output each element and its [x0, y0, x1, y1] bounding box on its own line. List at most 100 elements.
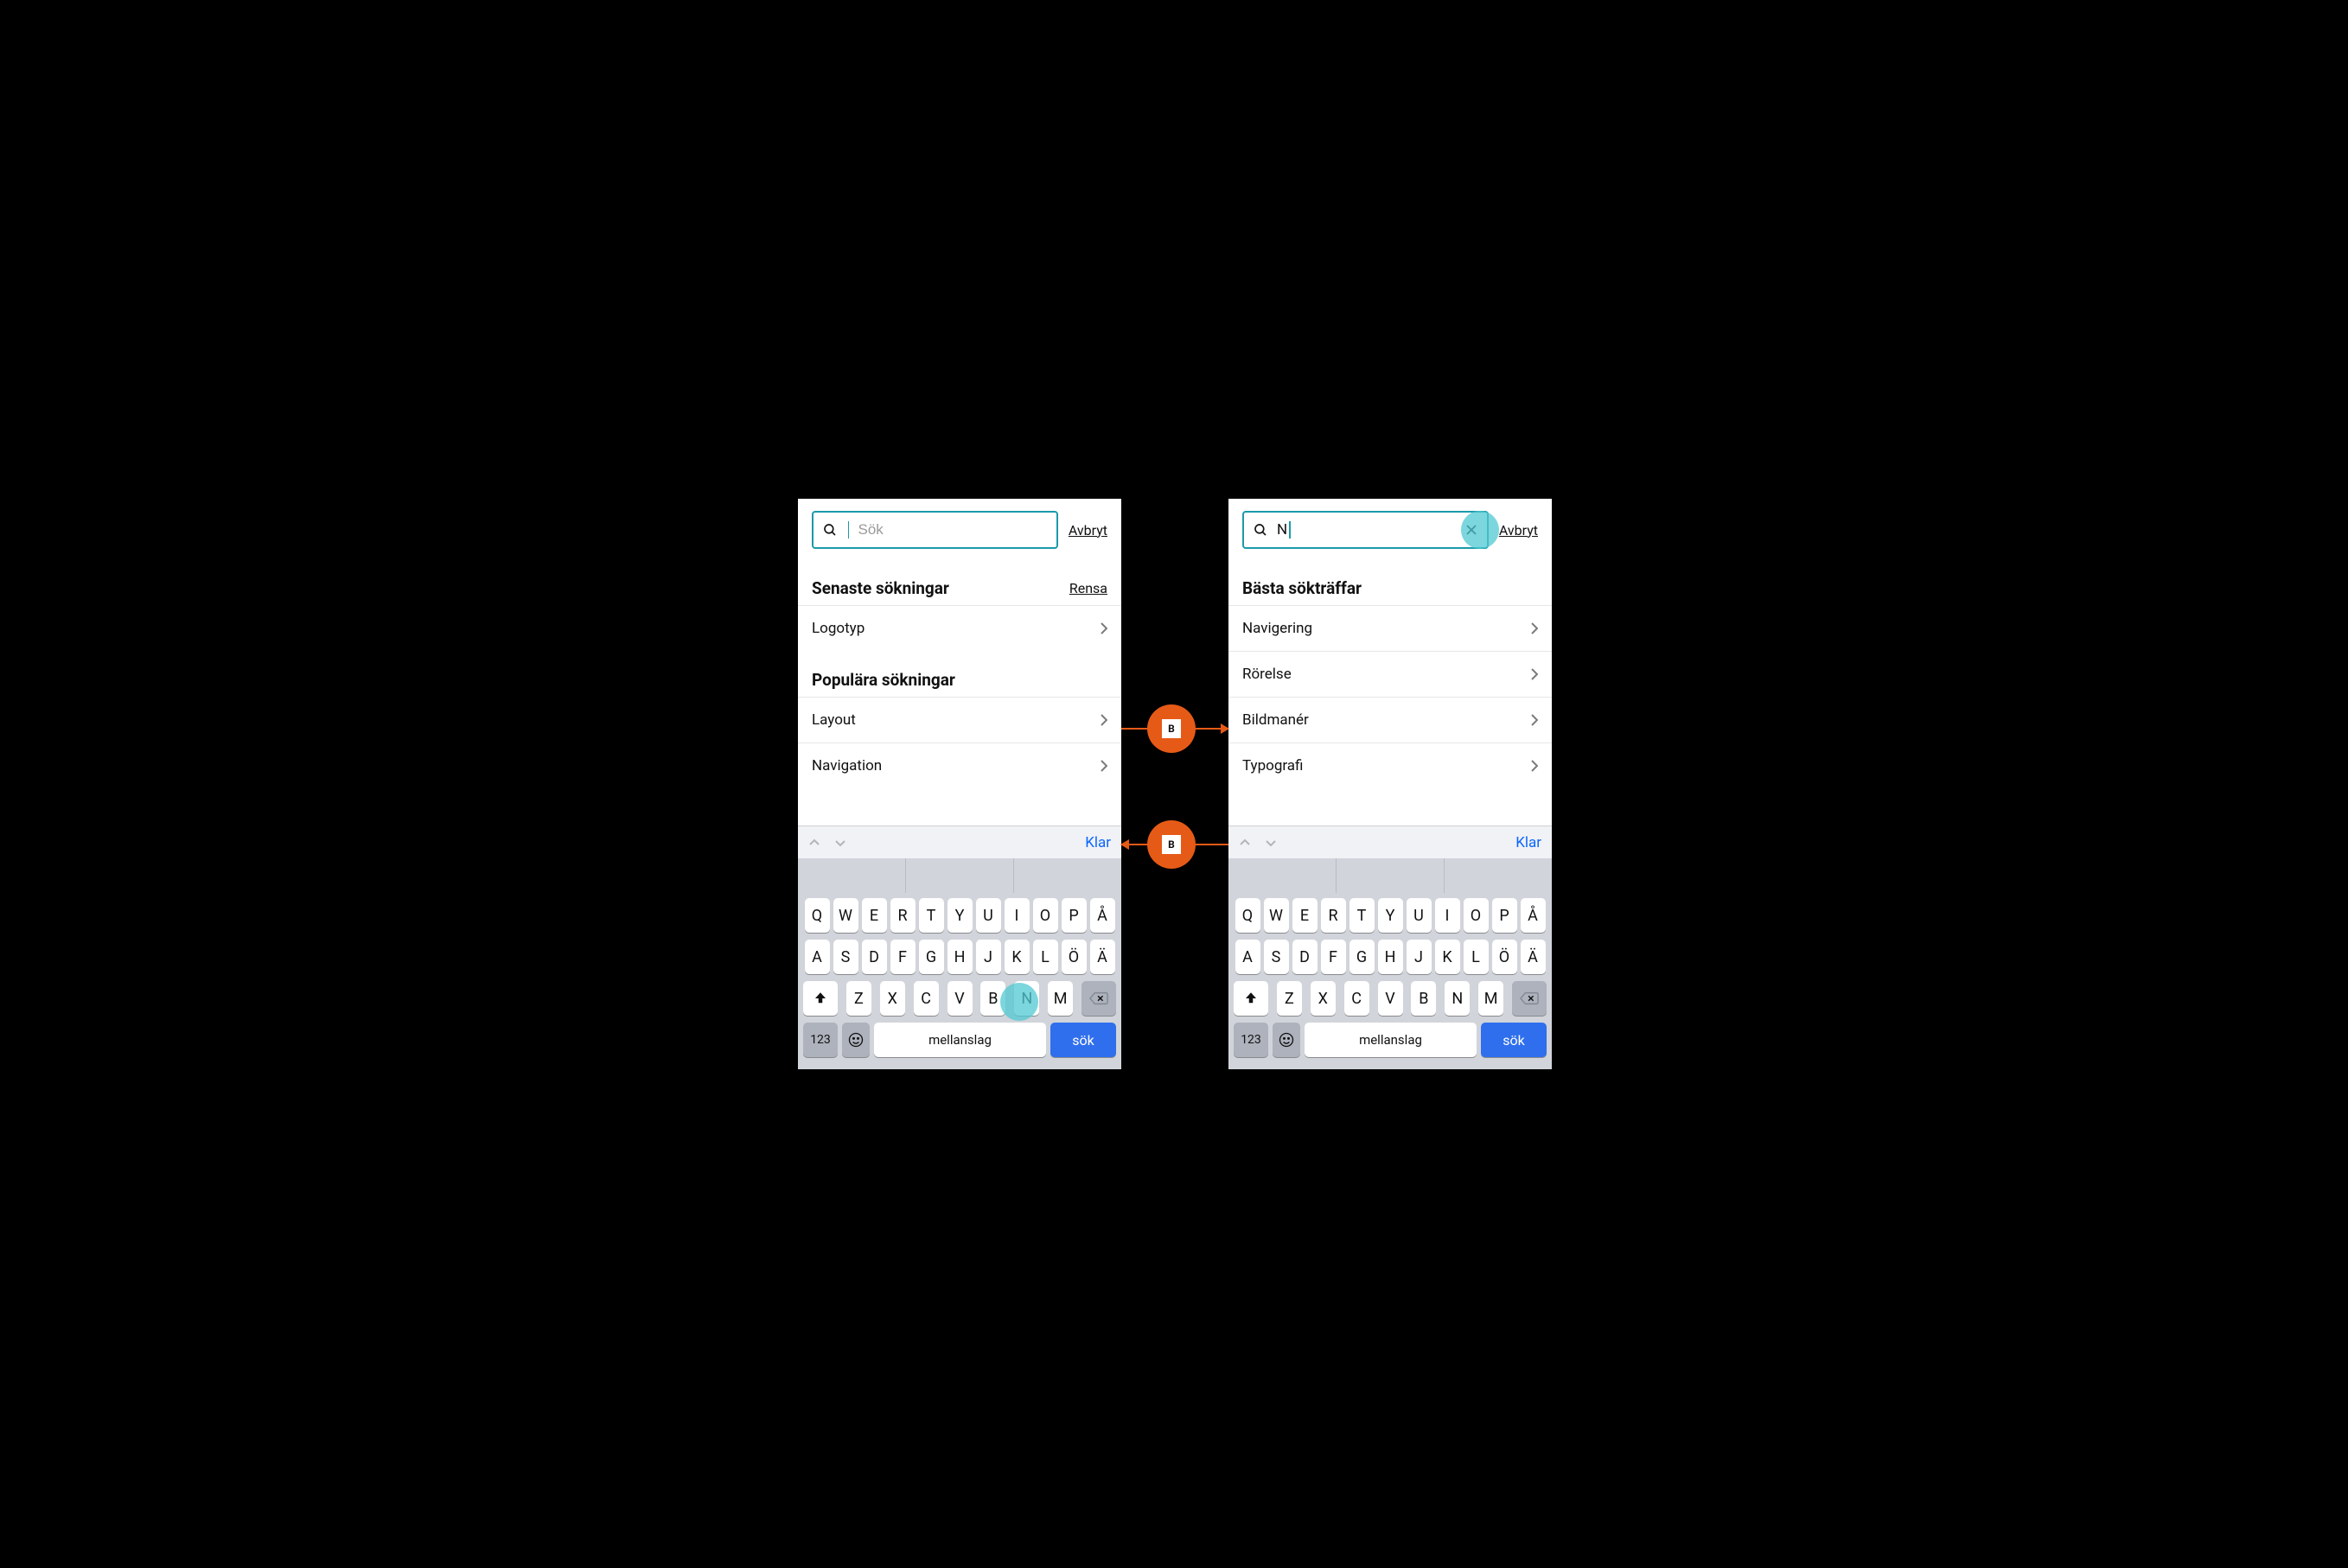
key-e[interactable]: E [862, 898, 887, 933]
key-x[interactable]: X [1311, 981, 1336, 1016]
key-r[interactable]: R [890, 898, 916, 933]
suggestion-slot[interactable] [1445, 858, 1552, 893]
key-l[interactable]: L [1033, 940, 1058, 974]
key-i[interactable]: I [1435, 898, 1460, 933]
key-k[interactable]: K [1435, 940, 1460, 974]
emoji-key[interactable] [1273, 1023, 1300, 1057]
key-y[interactable]: Y [1378, 898, 1403, 933]
suggestion-slot[interactable] [906, 858, 1014, 893]
search-key[interactable]: sök [1481, 1023, 1547, 1057]
key-å[interactable]: Å [1521, 898, 1546, 933]
key-w[interactable]: W [833, 898, 858, 933]
key-j[interactable]: J [976, 940, 1001, 974]
key-n[interactable]: N [1445, 981, 1470, 1016]
key-c[interactable]: C [1344, 981, 1369, 1016]
key-z[interactable]: Z [846, 981, 871, 1016]
space-key[interactable]: mellanslag [1305, 1023, 1477, 1057]
key-ö[interactable]: Ö [1062, 940, 1087, 974]
key-m[interactable]: M [1048, 981, 1073, 1016]
key-o[interactable]: O [1033, 898, 1058, 933]
list-item[interactable]: Layout [798, 697, 1121, 743]
clear-input-icon[interactable] [1464, 523, 1478, 537]
key-g[interactable]: G [1349, 940, 1375, 974]
cancel-button[interactable]: Avbryt [1069, 522, 1107, 539]
list-item[interactable]: Typografi [1228, 743, 1552, 788]
suggestion-slot[interactable] [798, 858, 906, 893]
key-å[interactable]: Å [1090, 898, 1115, 933]
keyboard-done-button[interactable]: Klar [1515, 834, 1541, 851]
key-p[interactable]: P [1062, 898, 1087, 933]
key-t[interactable]: T [919, 898, 944, 933]
chevron-down-icon[interactable] [1265, 837, 1277, 849]
key-j[interactable]: J [1407, 940, 1432, 974]
key-a[interactable]: A [805, 940, 830, 974]
list-item[interactable]: Navigering [1228, 605, 1552, 651]
list-item[interactable]: Rörelse [1228, 651, 1552, 697]
list-item[interactable]: Navigation [798, 743, 1121, 788]
key-o[interactable]: O [1464, 898, 1489, 933]
key-ö[interactable]: Ö [1492, 940, 1517, 974]
key-h[interactable]: H [947, 940, 973, 974]
key-f[interactable]: F [890, 940, 916, 974]
shift-key[interactable] [803, 981, 838, 1016]
list-item[interactable]: Bildmanér [1228, 697, 1552, 743]
key-ä[interactable]: Ä [1521, 940, 1546, 974]
key-p[interactable]: P [1492, 898, 1517, 933]
keyboard-done-button[interactable]: Klar [1085, 834, 1111, 851]
numeric-key[interactable]: 123 [1234, 1023, 1268, 1057]
key-x[interactable]: X [880, 981, 905, 1016]
key-q[interactable]: Q [805, 898, 830, 933]
emoji-key[interactable] [842, 1023, 870, 1057]
key-b[interactable]: B [980, 981, 1005, 1016]
search-key[interactable]: sök [1050, 1023, 1116, 1057]
shift-key[interactable] [1234, 981, 1268, 1016]
key-a[interactable]: A [1235, 940, 1260, 974]
key-ä[interactable]: Ä [1090, 940, 1115, 974]
clear-recent-button[interactable]: Rensa [1069, 580, 1107, 596]
list-item-label: Bildmanér [1242, 711, 1309, 729]
key-e[interactable]: E [1292, 898, 1318, 933]
key-b[interactable]: B [1411, 981, 1436, 1016]
list-item[interactable]: Logotyp [798, 605, 1121, 651]
key-z[interactable]: Z [1277, 981, 1302, 1016]
keyboard-accessory-bar: Klar [1228, 825, 1552, 858]
key-c[interactable]: C [914, 981, 939, 1016]
search-field[interactable] [812, 511, 1058, 549]
results-area: Bästa sökträffar Navigering Rörelse Bild… [1228, 559, 1552, 825]
key-f[interactable]: F [1321, 940, 1346, 974]
backspace-key[interactable] [1512, 981, 1547, 1016]
numeric-key[interactable]: 123 [803, 1023, 838, 1057]
chevron-up-icon[interactable] [808, 837, 820, 849]
key-w[interactable]: W [1264, 898, 1289, 933]
key-r[interactable]: R [1321, 898, 1346, 933]
key-l[interactable]: L [1464, 940, 1489, 974]
key-h[interactable]: H [1378, 940, 1403, 974]
key-y[interactable]: Y [947, 898, 973, 933]
key-v[interactable]: V [1378, 981, 1403, 1016]
key-t[interactable]: T [1349, 898, 1375, 933]
key-g[interactable]: G [919, 940, 944, 974]
suggestion-slot[interactable] [1014, 858, 1121, 893]
search-field[interactable]: N [1242, 511, 1489, 549]
key-v[interactable]: V [947, 981, 973, 1016]
search-input[interactable] [849, 521, 1047, 539]
key-m[interactable]: M [1478, 981, 1503, 1016]
key-s[interactable]: S [833, 940, 858, 974]
key-k[interactable]: K [1005, 940, 1030, 974]
suggestion-slot[interactable] [1228, 858, 1337, 893]
key-s[interactable]: S [1264, 940, 1289, 974]
space-key[interactable]: mellanslag [874, 1023, 1046, 1057]
key-n[interactable]: N [1014, 981, 1039, 1016]
chevron-down-icon[interactable] [834, 837, 846, 849]
key-d[interactable]: D [862, 940, 887, 974]
key-q[interactable]: Q [1235, 898, 1260, 933]
key-d[interactable]: D [1292, 940, 1318, 974]
cancel-button[interactable]: Avbryt [1499, 522, 1538, 539]
key-u[interactable]: U [976, 898, 1001, 933]
chevron-right-icon [1101, 714, 1107, 726]
backspace-key[interactable] [1081, 981, 1116, 1016]
suggestion-slot[interactable] [1337, 858, 1445, 893]
key-u[interactable]: U [1407, 898, 1432, 933]
key-i[interactable]: I [1005, 898, 1030, 933]
chevron-up-icon[interactable] [1239, 837, 1251, 849]
